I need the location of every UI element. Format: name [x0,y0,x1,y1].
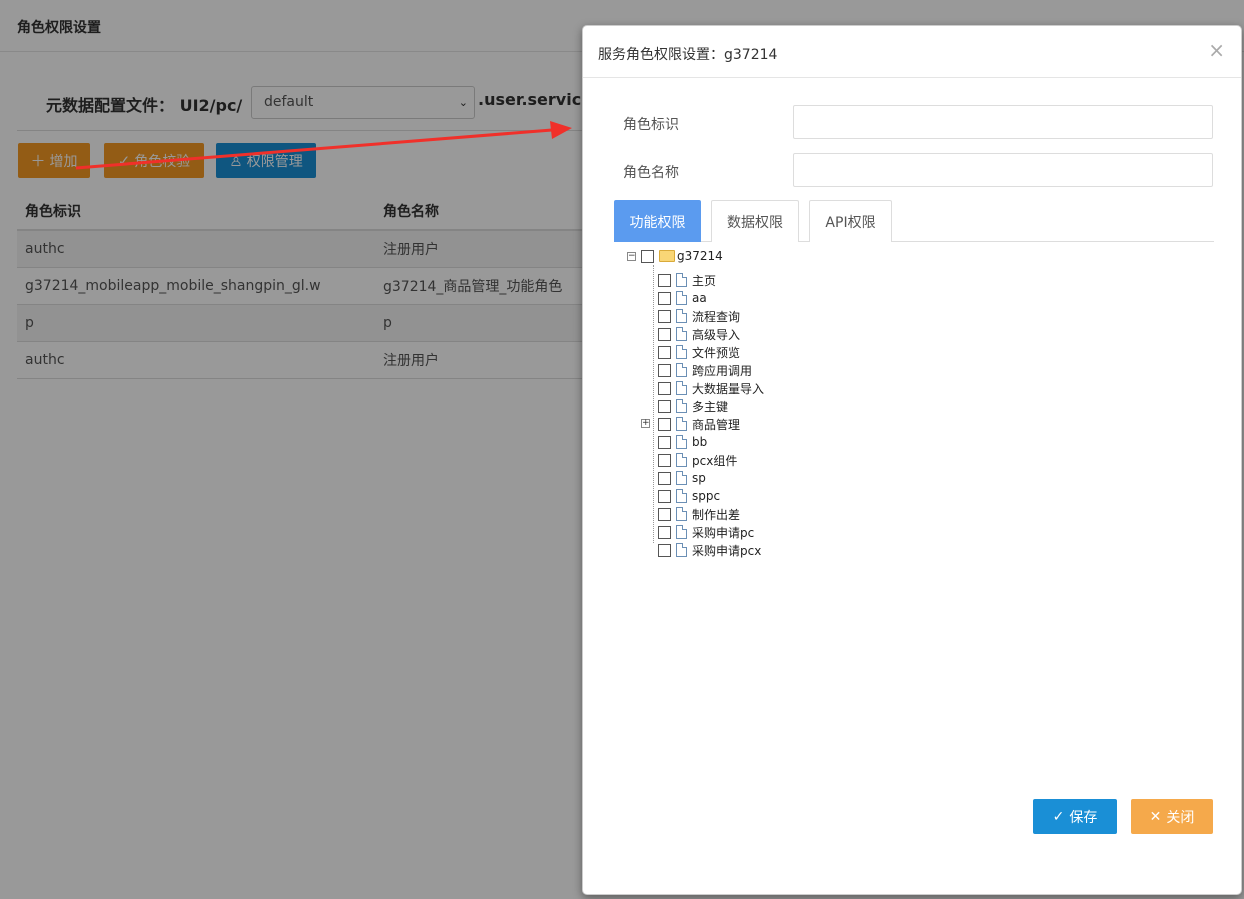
tree-node[interactable]: 采购申请pcx [658,541,761,559]
tree-node[interactable]: 采购申请pc [658,523,754,541]
tree-checkbox[interactable] [658,363,671,377]
close-icon[interactable]: × [1208,40,1225,60]
tree-node-label: 多主键 [692,399,729,414]
role-name-label: 角色名称 [623,165,679,181]
tree-node-label: sppc [692,489,721,503]
tree-node[interactable]: 大数据量导入 [658,379,764,397]
file-icon [676,363,687,377]
tree-node-label: pcx组件 [692,453,738,468]
tree-checkbox[interactable] [658,471,671,485]
file-icon [676,543,687,557]
tab-api-permission[interactable]: API权限 [809,200,892,242]
tree-node-label: 跨应用调用 [692,363,753,378]
tab-data-permission[interactable]: 数据权限 [711,200,799,242]
tree-node[interactable]: 流程查询 [658,307,740,325]
role-id-label: 角色标识 [623,117,679,133]
tree-checkbox[interactable] [641,249,654,263]
tree-checkbox[interactable] [658,507,671,521]
tree-node[interactable]: aa [658,289,707,307]
tree-node-label: 主页 [692,273,717,288]
file-icon [676,471,687,485]
tree-node-label: 大数据量导入 [692,381,765,396]
tree-node-label: aa [692,291,707,305]
tree-checkbox[interactable] [658,543,671,557]
role-permission-dialog: 服务角色权限设置：g37214 × 角色标识 角色名称 功能权限 数据权限 AP… [582,25,1242,895]
tree-checkbox[interactable] [658,453,671,467]
check-icon: ✓ [1052,808,1065,825]
folder-icon [659,250,675,262]
tree-checkbox[interactable] [658,273,671,287]
file-icon [676,327,687,341]
tree-node[interactable]: 主页 [658,271,716,289]
close-icon: ✕ [1149,808,1162,825]
file-icon [676,381,687,395]
tree-node-label: 采购申请pcx [692,543,762,558]
tree-node[interactable]: 文件预览 [658,343,740,361]
tree-checkbox[interactable] [658,327,671,341]
dialog-title: 服务角色权限设置：g37214 [598,47,778,63]
tree-checkbox[interactable] [658,435,671,449]
tree-connector [653,265,654,543]
file-icon [676,453,687,467]
tree-node[interactable]: 跨应用调用 [658,361,752,379]
tree-node[interactable]: 制作出差 [658,505,740,523]
tree-node[interactable]: sp [658,469,706,487]
tree-checkbox[interactable] [658,399,671,413]
expand-icon[interactable]: + [641,419,650,428]
tree-node-label: 文件预览 [692,345,741,360]
role-name-input[interactable] [793,153,1213,187]
tree-checkbox[interactable] [658,309,671,323]
tree-node-label: bb [692,435,708,449]
tree-node[interactable]: 多主键 [658,397,728,415]
tree-node-label: sp [692,471,706,485]
close-button[interactable]: ✕ 关闭 [1131,799,1213,834]
tree-node-label: g37214 [677,249,723,263]
tree-checkbox[interactable] [658,417,671,431]
file-icon [676,435,687,449]
file-icon [676,309,687,323]
file-icon [676,525,687,539]
file-icon [676,291,687,305]
tree-node[interactable]: bb [658,433,707,451]
collapse-icon[interactable]: − [627,251,636,261]
file-icon [676,345,687,359]
tree-checkbox[interactable] [658,345,671,359]
tree-root-node[interactable]: − g37214 [627,247,723,265]
file-icon [676,417,687,431]
tree-checkbox[interactable] [658,489,671,503]
file-icon [676,273,687,287]
file-icon [676,399,687,413]
permission-tabs: 功能权限 数据权限 API权限 [614,200,1214,242]
save-button[interactable]: ✓ 保存 [1033,799,1117,834]
tree-node[interactable]: pcx组件 [658,451,737,469]
tree-checkbox[interactable] [658,381,671,395]
role-id-input[interactable] [793,105,1213,139]
tree-node-label: 采购申请pc [692,525,755,540]
file-icon [676,507,687,521]
close-button-label: 关闭 [1166,809,1195,826]
tree-node[interactable]: 高级导入 [658,325,740,343]
tree-node-label: 流程查询 [692,309,741,324]
save-button-label: 保存 [1069,809,1098,826]
tree-node-label: 商品管理 [692,417,741,432]
tree-node[interactable]: + 商品管理 [641,415,741,433]
tree-node[interactable]: sppc [658,487,720,505]
tree-checkbox[interactable] [658,525,671,539]
tab-function-permission[interactable]: 功能权限 [614,200,701,242]
dialog-header: 服务角色权限设置：g37214 × [583,26,1241,78]
tree-node-label: 高级导入 [692,327,741,342]
file-icon [676,489,687,503]
tree-checkbox[interactable] [658,291,671,305]
tree-node-label: 制作出差 [692,507,741,522]
